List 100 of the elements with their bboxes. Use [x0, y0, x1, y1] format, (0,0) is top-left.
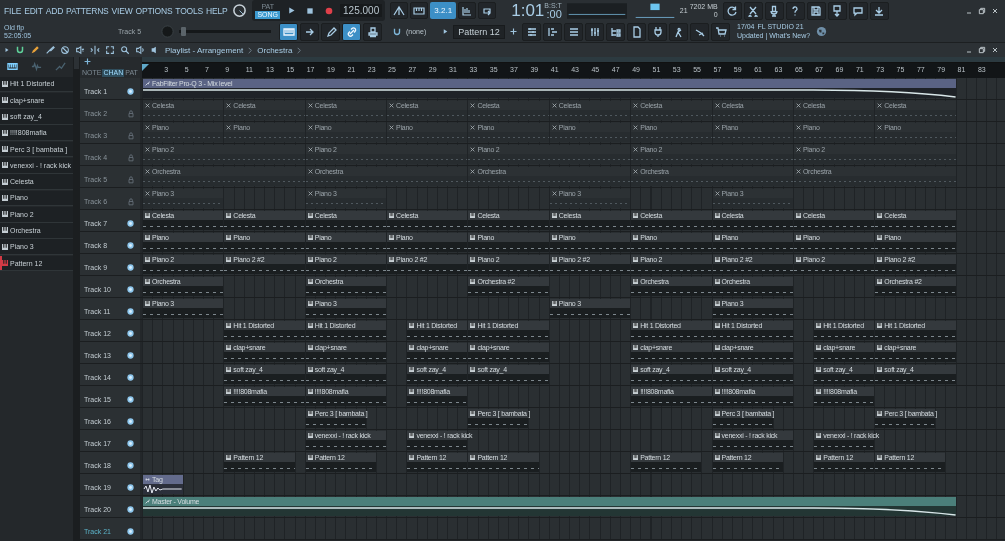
- refresh-icon[interactable]: [722, 1, 742, 20]
- track-led-icon[interactable]: [127, 352, 134, 359]
- magnet-icon[interactable]: [15, 45, 25, 55]
- pattern-icon: [307, 389, 313, 394]
- breadcrumb-item[interactable]: Orchestra: [257, 45, 293, 55]
- lock-icon[interactable]: [127, 197, 135, 206]
- add-track-icon[interactable]: [84, 58, 91, 65]
- piano-keys-icon[interactable]: [279, 22, 298, 41]
- pitch-slider-thumb[interactable]: [180, 27, 186, 36]
- track-led-icon[interactable]: [127, 308, 134, 315]
- select-icon[interactable]: [105, 45, 115, 55]
- plus-icon[interactable]: [509, 27, 518, 36]
- pattern-icon: [470, 257, 476, 262]
- expand-triangle-icon[interactable]: [4, 47, 10, 53]
- muted-x-icon: [389, 103, 395, 108]
- channel-rack-icon[interactable]: [522, 22, 541, 41]
- mixer-icon[interactable]: [585, 22, 604, 41]
- menu-item[interactable]: OPTIONS: [135, 5, 173, 16]
- pattern-icon: [714, 433, 720, 438]
- menu-item[interactable]: VIEW: [111, 5, 133, 16]
- track-led-icon[interactable]: [127, 418, 134, 425]
- track-led-icon[interactable]: [127, 484, 134, 491]
- ticks-readout: :00: [546, 8, 562, 20]
- muted-x-icon: [307, 191, 313, 196]
- track-led-icon[interactable]: [127, 88, 134, 95]
- scissors-icon[interactable]: [743, 1, 763, 20]
- figure-icon[interactable]: [669, 22, 688, 41]
- lock-icon[interactable]: [127, 131, 135, 140]
- slice-icon[interactable]: [90, 45, 100, 55]
- muted-x-icon: [145, 103, 150, 108]
- restore-icon[interactable]: [976, 46, 988, 54]
- pattern-icon: [470, 235, 476, 240]
- lock-icon[interactable]: [127, 109, 135, 118]
- play-triangle-icon[interactable]: [442, 28, 449, 35]
- pattern-icon: [877, 213, 883, 218]
- download-icon[interactable]: [869, 1, 889, 20]
- track-led-icon[interactable]: [127, 330, 134, 337]
- pattern-icon: [307, 411, 313, 416]
- muted-x-icon: [145, 147, 150, 152]
- menu-item[interactable]: ADD: [45, 5, 64, 16]
- arrow-right-icon[interactable]: [300, 22, 319, 41]
- pattern-icon: [470, 455, 476, 460]
- folder-tree-icon[interactable]: [606, 22, 625, 41]
- tempo-display[interactable]: 125.000: [340, 4, 383, 17]
- pattern-selector[interactable]: Pattern 12: [453, 24, 505, 39]
- restore-icon[interactable]: [976, 6, 988, 15]
- lock-icon[interactable]: [127, 153, 135, 162]
- countdown-toggle[interactable]: 3.2.1: [430, 2, 457, 19]
- menu-item[interactable]: FILE: [4, 5, 22, 16]
- speaker-icon[interactable]: [135, 45, 145, 55]
- track-led-icon[interactable]: [127, 396, 134, 403]
- step-icon[interactable]: [458, 2, 477, 19]
- zoom-icon[interactable]: [120, 45, 130, 55]
- pattern-icon: [470, 323, 476, 328]
- track-led-icon[interactable]: [127, 374, 134, 381]
- menu-item[interactable]: EDIT: [24, 5, 43, 16]
- cart-icon[interactable]: [711, 22, 730, 41]
- track-led-icon[interactable]: [127, 440, 134, 447]
- keyboard-icon[interactable]: [410, 2, 429, 19]
- link-icon[interactable]: [342, 22, 361, 41]
- track-led-icon[interactable]: [127, 286, 134, 293]
- pattern-icon: [470, 279, 476, 284]
- mute-icon[interactable]: [75, 45, 85, 55]
- plug-icon[interactable]: [648, 22, 667, 41]
- lock-icon[interactable]: [127, 175, 135, 184]
- tent-icon[interactable]: [390, 2, 409, 19]
- master-volume-knob[interactable]: [232, 3, 248, 18]
- pattern-icon: [714, 279, 720, 284]
- stamp-icon[interactable]: [363, 22, 382, 41]
- pattern-icon: [551, 301, 557, 306]
- track-led-icon[interactable]: [127, 264, 134, 271]
- pattern-icon: [633, 367, 639, 372]
- page-icon[interactable]: [627, 22, 646, 41]
- piano-roll-icon[interactable]: [543, 22, 562, 41]
- chat-bubble-icon[interactable]: [848, 1, 868, 20]
- pen-icon[interactable]: [321, 22, 340, 41]
- track-led-icon[interactable]: [127, 242, 134, 249]
- menu-item[interactable]: PATTERNS: [66, 5, 109, 16]
- globe-icon[interactable]: [816, 26, 828, 37]
- pattern-icon: [409, 323, 415, 328]
- pattern-icon: [714, 345, 720, 350]
- pattern-icon: [226, 367, 232, 372]
- help-icon[interactable]: [785, 1, 805, 20]
- save-icon[interactable]: [806, 1, 826, 20]
- menu-item[interactable]: TOOLS: [175, 5, 204, 16]
- microphone-icon[interactable]: [764, 1, 784, 20]
- list-icon[interactable]: [564, 22, 583, 41]
- horizontal-scrollbar[interactable]: [142, 57, 1005, 63]
- ban-icon[interactable]: [60, 45, 70, 55]
- loop-icon[interactable]: [478, 2, 497, 19]
- menu-item[interactable]: HELP: [206, 5, 228, 16]
- pattern-icon[interactable]: [6, 61, 18, 72]
- brush-icon[interactable]: [45, 45, 55, 55]
- muted-x-icon: [145, 125, 150, 130]
- track-led-icon[interactable]: [127, 220, 134, 227]
- track-led-icon[interactable]: [127, 506, 134, 513]
- pattern-icon: [714, 455, 720, 460]
- pencil-icon[interactable]: [30, 45, 40, 55]
- track-led-icon[interactable]: [127, 462, 134, 469]
- track-led-icon[interactable]: [127, 528, 134, 535]
